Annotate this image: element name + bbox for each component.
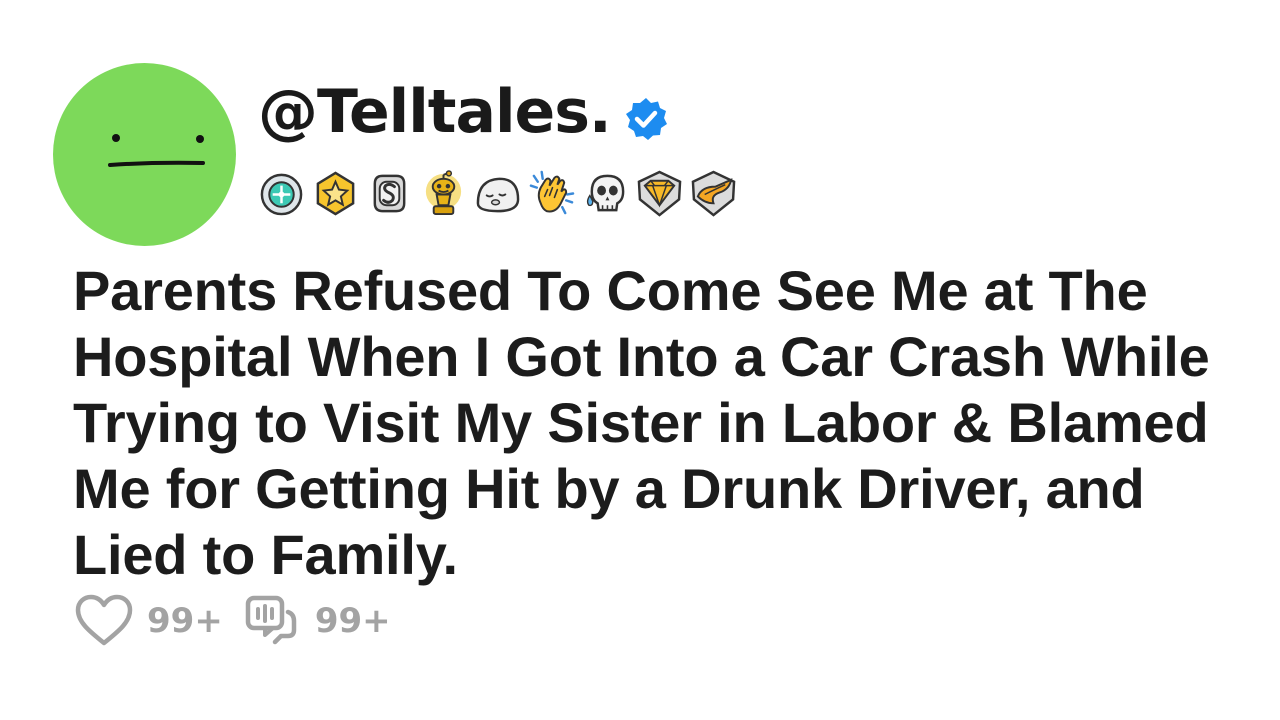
post-card: @Telltales. Parents Refused To Come See …: [0, 0, 1280, 720]
neutral-face-icon: [108, 134, 205, 167]
like-stat[interactable]: 99+: [75, 594, 223, 648]
silver-s-badge-icon[interactable]: [366, 170, 413, 217]
post-title[interactable]: Parents Refused To Come See Me at The Ho…: [73, 258, 1253, 588]
gold-wing-badge-icon[interactable]: [690, 170, 737, 217]
username[interactable]: @Telltales.: [258, 82, 612, 142]
verified-badge-icon: [625, 98, 667, 140]
post-stats: 99+ 99+: [75, 594, 391, 648]
heart-icon[interactable]: [75, 594, 133, 648]
gold-diamond-badge-icon[interactable]: [636, 170, 683, 217]
gold-robot-trophy-icon[interactable]: [420, 170, 467, 217]
comment-stat[interactable]: 99+: [243, 594, 391, 648]
like-count: 99+: [147, 601, 223, 641]
author-header: @Telltales.: [258, 82, 669, 142]
clapping-hands-icon[interactable]: [528, 170, 575, 217]
sleepy-blob-icon[interactable]: [474, 170, 521, 217]
award-badges: [258, 170, 737, 217]
teal-medal-badge-icon[interactable]: [258, 170, 305, 217]
gold-star-badge-icon[interactable]: [312, 170, 359, 217]
comment-count: 99+: [314, 601, 391, 641]
comment-icon[interactable]: [243, 594, 301, 648]
crying-skull-icon[interactable]: [582, 170, 629, 217]
avatar[interactable]: [53, 63, 236, 246]
